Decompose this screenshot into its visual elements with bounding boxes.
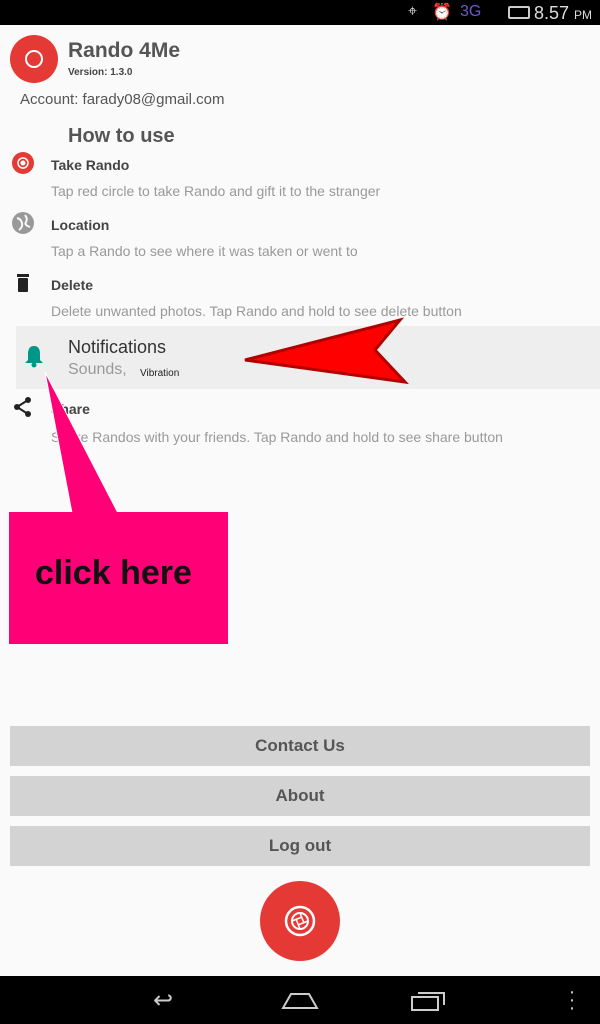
back-icon[interactable]: ↩ [153,986,173,1015]
app-version: Version: 1.3.0 [68,67,133,78]
network-indicator: 3G [460,3,482,20]
click-here-callout: click here [9,512,228,644]
take-rando-icon [12,152,34,174]
navigation-bar: ↩ · · · [0,976,600,1024]
alarm-icon: ⏰ [432,4,452,21]
clock: 8.57 PM [533,3,592,23]
take-rando-label: Take Rando [51,157,130,173]
take-rando-desc: Tap red circle to take Rando and gift it… [51,183,381,199]
contact-us-button[interactable]: Contact Us [10,726,590,766]
logout-button[interactable]: Log out [10,826,590,866]
delete-label: Delete [51,277,94,293]
menu-icon[interactable]: · · · [568,982,576,1018]
app-title: Rando 4Me [68,39,181,62]
globe-icon [12,212,34,234]
location-label: Location [51,217,110,233]
about-button[interactable]: About [10,776,590,816]
location-desc: Tap a Rando to see where it was taken or… [51,243,358,259]
location-icon: ⌖ [408,3,418,20]
red-arrow [244,317,409,385]
recents-icon[interactable] [410,990,446,1012]
app-logo [10,35,58,83]
account-label: Account: farady08@gmail.com [20,91,225,108]
home-icon[interactable] [281,992,319,1010]
camera-shutter-icon [284,905,316,937]
status-bar: ⌖ ⏰ 3G 8.57 PM [0,0,600,25]
how-to-heading: How to use [68,125,175,147]
trash-icon [17,274,29,292]
annotation-arrows [44,317,409,514]
take-rando-button[interactable] [260,881,340,961]
callout-pointer [44,371,119,514]
battery-icon [508,6,530,19]
